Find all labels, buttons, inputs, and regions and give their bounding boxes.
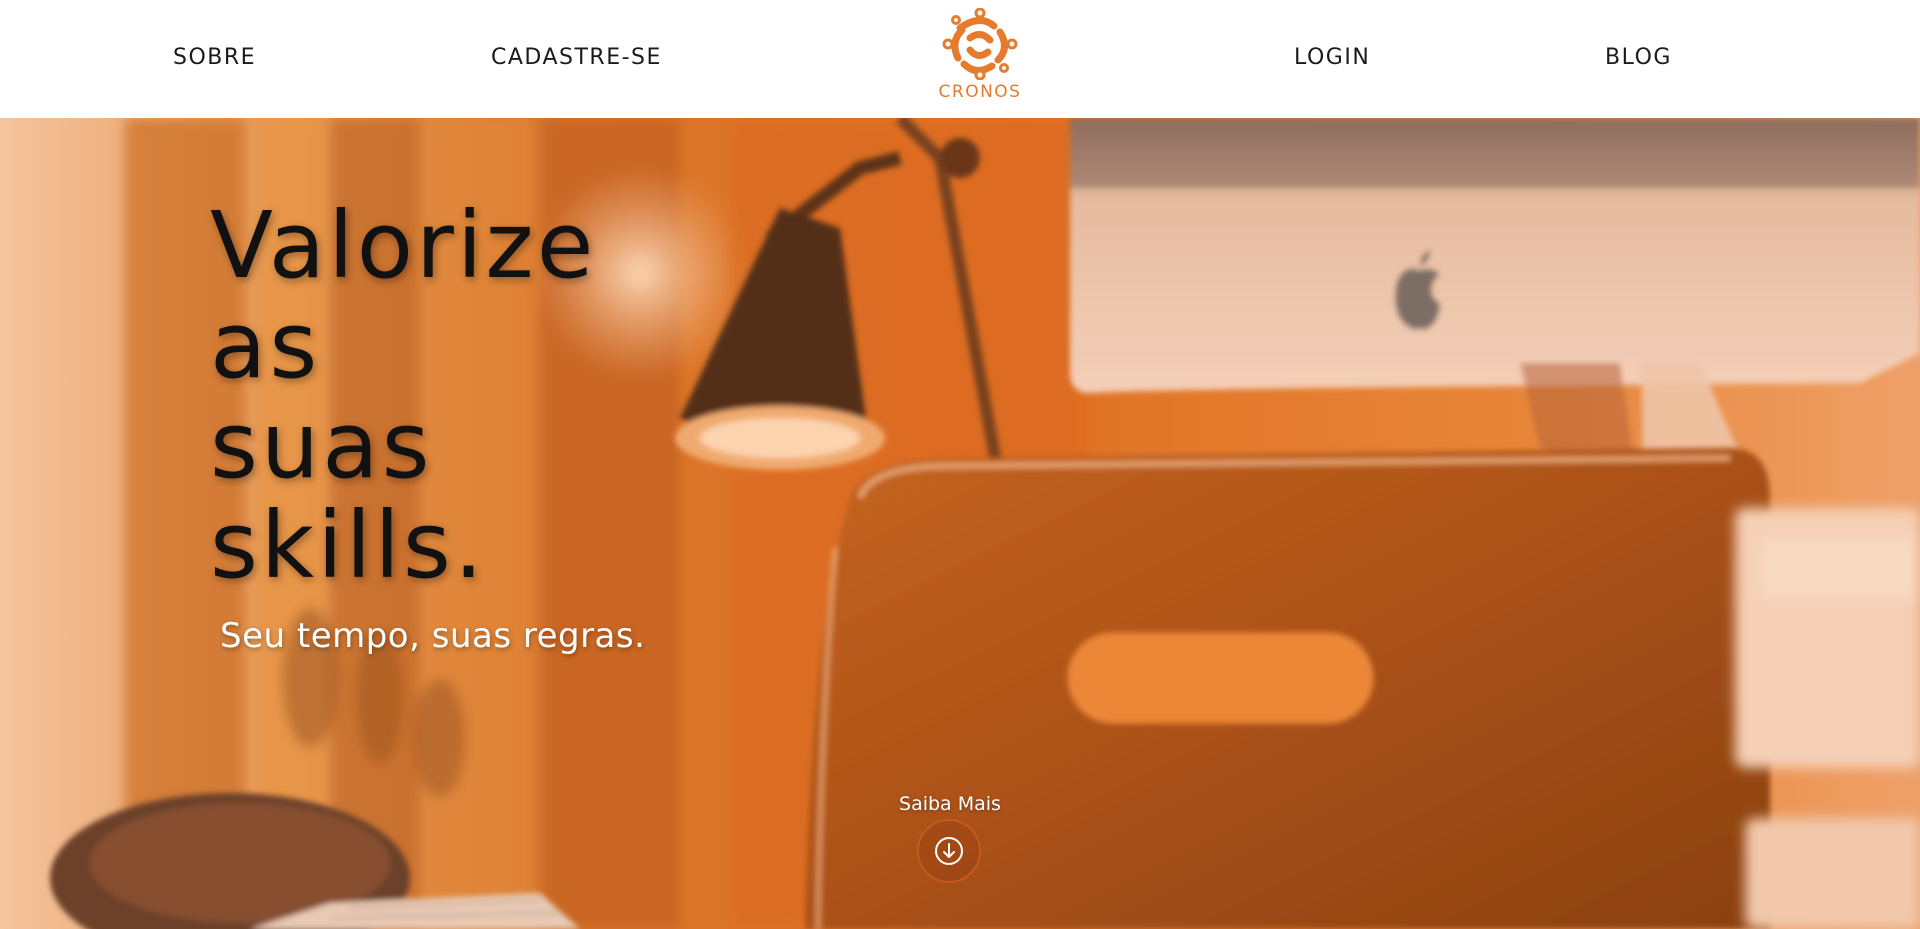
hero-subtitle: Seu tempo, suas regras. — [220, 616, 646, 656]
nav-link-login[interactable]: LOGIN — [1294, 46, 1370, 70]
page: SOBRE CADASTRE-SE CRONOS LOGIN BLOG Valo… — [0, 0, 1920, 929]
arrow-down-circle-icon — [935, 837, 963, 865]
headline-line: as — [210, 292, 321, 399]
nav-link-sobre[interactable]: SOBRE — [173, 46, 256, 70]
cronos-logo[interactable]: CRONOS — [930, 8, 1030, 104]
logo-wordmark: CRONOS — [938, 82, 1022, 102]
headline-line: Valorize — [210, 192, 597, 299]
nav-link-cadastre-se[interactable]: CADASTRE-SE — [491, 46, 662, 70]
site-header: SOBRE CADASTRE-SE CRONOS LOGIN BLOG — [0, 0, 1920, 118]
headline-line: suas — [210, 392, 433, 499]
saiba-mais-label[interactable]: Saiba Mais — [880, 793, 1020, 815]
headline-line: skills. — [210, 492, 487, 599]
nav-link-blog[interactable]: BLOG — [1605, 46, 1672, 70]
hero-section: Valorize as suas skills. Seu tempo, suas… — [0, 118, 1920, 929]
saiba-mais-button[interactable] — [917, 819, 981, 883]
hero-headline: Valorize as suas skills. — [210, 196, 596, 596]
circuit-knot-icon — [942, 8, 1018, 80]
